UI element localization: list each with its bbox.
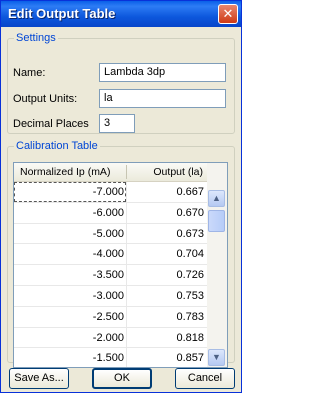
table-row[interactable]: -1.500 0.857: [14, 348, 207, 367]
column-header-output[interactable]: Output (la): [153, 166, 203, 178]
grid-rows: -7.000 0.667 -6.000 0.670 -5.000 0.673 -4.000 0…: [14, 182, 207, 367]
table-row[interactable]: -6.000 0.670: [14, 202, 207, 224]
settings-legend: Settings: [16, 32, 56, 44]
output-cell[interactable]: 0.673: [127, 228, 204, 240]
edit-output-table-dialog: Edit Output Table ✕ Settings Name: Lambd…: [0, 0, 242, 393]
settings-group: Settings Name: Lambda 3dp Output Units: …: [7, 32, 235, 134]
table-row[interactable]: -2.000 0.818: [14, 327, 207, 349]
output-cell[interactable]: 0.704: [127, 248, 204, 260]
grid-header: Normalized Ip (mA) Output (la): [14, 163, 207, 182]
cancel-button[interactable]: Cancel: [175, 368, 235, 389]
table-row[interactable]: -7.000 0.667: [14, 182, 207, 203]
calibration-table-group: Calibration Table Normalized Ip (mA) Out…: [7, 140, 235, 368]
vertical-scrollbar[interactable]: ▲ ▼: [207, 163, 227, 367]
table-row[interactable]: -4.000 0.704: [14, 244, 207, 266]
calibration-legend: Calibration Table: [16, 140, 98, 152]
chevron-down-icon[interactable]: ▼: [208, 349, 225, 366]
output-cell[interactable]: 0.670: [127, 207, 204, 219]
output-cell[interactable]: 0.667: [127, 186, 204, 198]
save-as-button[interactable]: Save As...: [9, 368, 69, 389]
output-cell[interactable]: 0.857: [127, 352, 204, 364]
name-label: Name:: [13, 67, 46, 79]
normalized-ip-cell[interactable]: -6.000: [14, 207, 124, 219]
normalized-ip-cell[interactable]: -3.500: [14, 269, 124, 281]
table-row[interactable]: -2.500 0.783: [14, 306, 207, 328]
output-cell[interactable]: 0.818: [127, 332, 204, 344]
table-row[interactable]: -5.000 0.673: [14, 223, 207, 245]
normalized-ip-cell[interactable]: -5.000: [14, 228, 124, 240]
table-row[interactable]: -3.500 0.726: [14, 265, 207, 286]
output-units-field[interactable]: la: [99, 89, 226, 108]
name-field[interactable]: Lambda 3dp: [99, 63, 226, 82]
close-icon[interactable]: ✕: [218, 4, 238, 24]
normalized-ip-cell[interactable]: -1.500: [14, 352, 124, 364]
output-cell[interactable]: 0.726: [127, 269, 204, 281]
normalized-ip-cell[interactable]: -7.000: [14, 186, 124, 198]
ok-button[interactable]: OK: [92, 368, 152, 389]
output-units-label: Output Units:: [13, 93, 78, 105]
decimal-places-field[interactable]: 3: [99, 114, 135, 133]
window-title: Edit Output Table: [8, 6, 116, 21]
output-cell[interactable]: 0.753: [127, 290, 204, 302]
calibration-grid[interactable]: Normalized Ip (mA) Output (la) -7.000 0.6…: [13, 162, 228, 368]
normalized-ip-cell[interactable]: -2.000: [14, 332, 124, 344]
normalized-ip-cell[interactable]: -4.000: [14, 248, 124, 260]
normalized-ip-cell[interactable]: -2.500: [14, 311, 124, 323]
chevron-up-icon[interactable]: ▲: [208, 190, 225, 207]
table-row[interactable]: -3.000 0.753: [14, 285, 207, 307]
scrollbar-thumb[interactable]: [208, 210, 225, 232]
output-cell[interactable]: 0.783: [127, 311, 204, 323]
title-bar[interactable]: Edit Output Table ✕: [1, 1, 241, 27]
column-header-normalized-ip[interactable]: Normalized Ip (mA): [20, 166, 110, 178]
normalized-ip-cell[interactable]: -3.000: [14, 290, 124, 302]
decimal-places-label: Decimal Places: [13, 118, 89, 130]
